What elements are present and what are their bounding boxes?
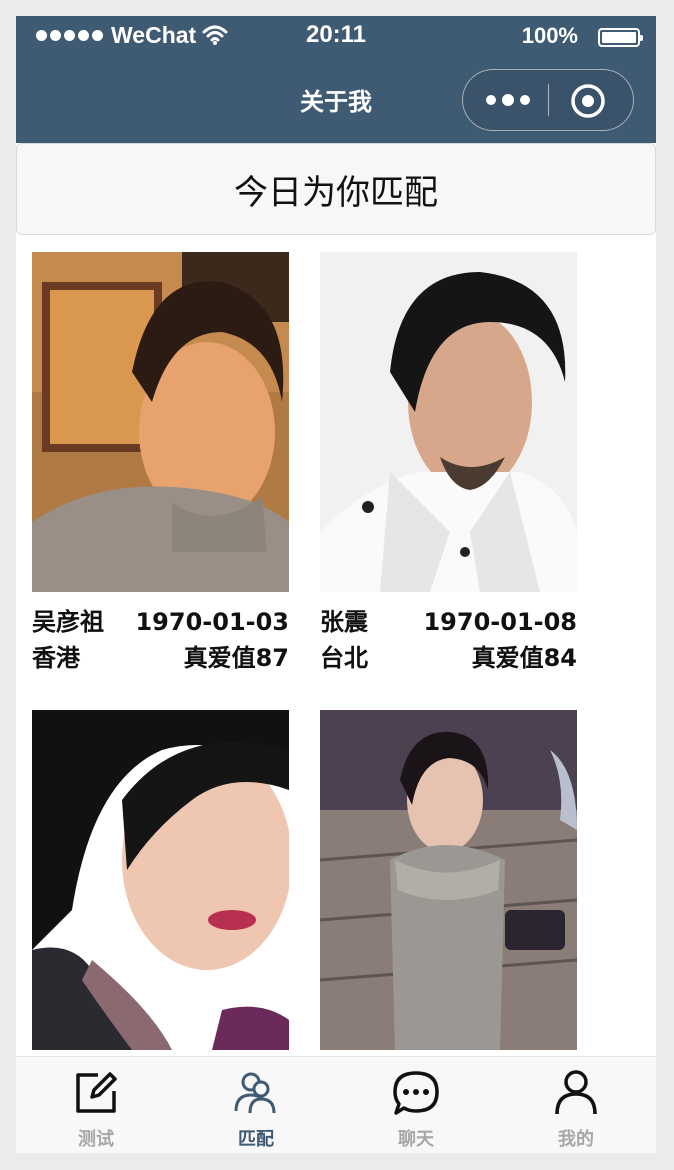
profile-name: 吴彦祖 (32, 608, 104, 636)
edit-icon (76, 1072, 117, 1113)
profile-city: 台北 (320, 644, 368, 672)
tab-label: 测试 (78, 1129, 114, 1150)
profile-birthdate: 1970-01-08 (423, 608, 577, 636)
battery-icon (598, 28, 643, 47)
match-header: 今日为你匹配 (16, 143, 656, 235)
profile-photo (32, 252, 289, 592)
profile-name: 张震 (320, 608, 368, 636)
mini-program-capsule (462, 69, 634, 131)
profile-card[interactable] (32, 710, 292, 1098)
phone-screen: WeChat 20:11 100% 关于我 今日为你匹配 吴彦祖 1970-01… (16, 16, 656, 1153)
status-bar: WeChat 20:11 100% (16, 16, 656, 60)
profile-city: 香港 (32, 644, 80, 672)
close-circle-icon[interactable] (570, 83, 606, 119)
chat-icon (393, 1071, 439, 1115)
tab-chat[interactable]: 聊天 (336, 1057, 496, 1153)
profile-card[interactable]: 吴彦祖 1970-01-03 香港 真爱值87 (32, 252, 289, 676)
profile-score: 真爱值84 (471, 644, 577, 672)
tab-me[interactable]: 我的 (496, 1057, 656, 1153)
battery-percent: 100% (521, 23, 578, 48)
profile-photo (32, 710, 292, 1050)
profile-birthdate: 1970-01-03 (135, 608, 289, 636)
tab-label: 我的 (558, 1129, 594, 1150)
profile-card[interactable] (319, 710, 578, 1098)
tab-match[interactable]: 匹配 (176, 1057, 336, 1153)
tab-label: 聊天 (398, 1129, 434, 1150)
top-bar: WeChat 20:11 100% 关于我 (16, 16, 656, 143)
tab-label: 匹配 (238, 1129, 274, 1150)
tab-test[interactable]: 测试 (16, 1057, 176, 1153)
match-header-label: 今日为你匹配 (234, 172, 438, 213)
profile-score: 真爱值87 (183, 644, 289, 672)
more-icon[interactable] (483, 86, 533, 114)
profile-card[interactable]: 张震 1970-01-08 台北 真爱值84 (320, 252, 577, 676)
tab-bar: 测试 匹配 聊天 我的 (16, 1056, 656, 1153)
capsule-divider (548, 84, 549, 116)
user-icon (555, 1070, 597, 1115)
profile-photo (320, 252, 577, 592)
users-icon (234, 1072, 276, 1114)
profile-photo (319, 710, 578, 1050)
